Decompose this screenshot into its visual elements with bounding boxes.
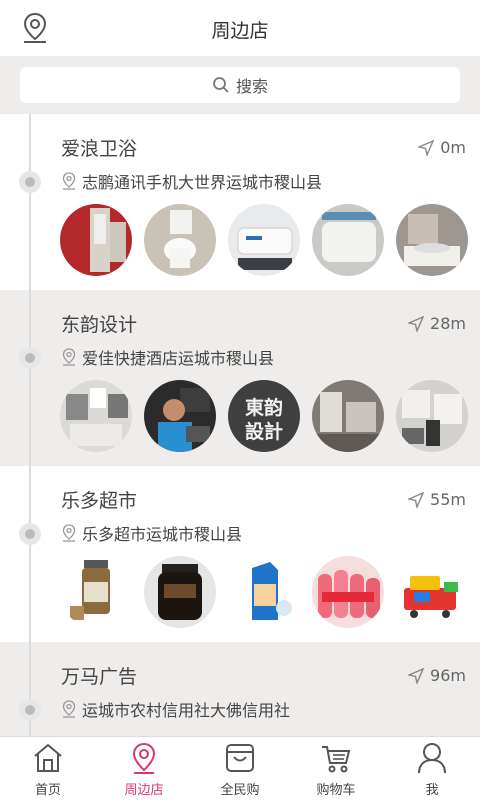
navigation-arrow-icon [408, 491, 425, 508]
nav-profile-label: 我 [425, 783, 439, 798]
store-photo[interactable] [312, 380, 384, 452]
navigation-arrow-icon [408, 667, 425, 684]
user-icon [418, 743, 446, 774]
store-photo[interactable] [60, 556, 132, 628]
store-name: 东韵设计 [61, 314, 138, 336]
store-address: 乐多超市运城市稷山县 [62, 521, 242, 545]
store-photo[interactable] [60, 204, 132, 276]
nav-group-buy[interactable]: 全民购 [192, 737, 288, 801]
search-bar-container: 搜索 [0, 56, 480, 114]
store-item[interactable]: 东韵设计 28m 爱佳快捷酒店运城市稷山县 東韵 設計 [0, 290, 480, 466]
timeline-dot [19, 699, 41, 721]
cart-icon [322, 746, 351, 773]
logo-text-line2: 設計 [245, 420, 283, 443]
store-name: 万马广告 [61, 666, 138, 688]
bottom-nav: 首页 周边店 全民购 购物车 我 [0, 736, 480, 801]
navigation-arrow-icon [418, 139, 435, 156]
map-pin-icon [62, 700, 76, 718]
home-icon [34, 743, 62, 772]
navigation-arrow-icon [408, 315, 425, 332]
search-icon [213, 77, 229, 93]
store-photo[interactable] [228, 204, 300, 276]
store-photos [58, 204, 468, 280]
store-name: 爱浪卫浴 [61, 138, 138, 160]
store-photo[interactable]: 東韵 設計 [228, 380, 300, 452]
store-photo[interactable] [144, 380, 216, 452]
location-pin-icon [132, 742, 156, 774]
app-header: 周边店 [0, 0, 480, 56]
timeline-dot [19, 171, 41, 193]
search-label: 搜索 [235, 77, 268, 96]
store-photo[interactable] [228, 556, 300, 628]
nav-nearby[interactable]: 周边店 [96, 737, 192, 801]
store-photos: 東韵 設計 [58, 380, 468, 456]
store-photo[interactable] [312, 556, 384, 628]
search-input[interactable]: 搜索 [20, 67, 460, 103]
nav-cart-label: 购物车 [316, 783, 356, 798]
nav-nearby-label: 周边店 [124, 783, 164, 798]
store-item[interactable]: 乐多超市 55m 乐多超市运城市稷山县 [0, 466, 480, 642]
store-photos [58, 556, 468, 632]
nav-profile[interactable]: 我 [384, 737, 480, 801]
store-list[interactable]: 爱浪卫浴 0m 志鹏通讯手机大世界运城市稷山县 东韵设计 28m 爱佳快捷酒店运… [0, 114, 480, 736]
store-item[interactable]: 万马广告 96m 运城市农村信用社大佛信用社 [0, 642, 480, 736]
store-photo[interactable] [144, 204, 216, 276]
store-distance: 28m [408, 314, 466, 333]
store-address: 运城市农村信用社大佛信用社 [62, 697, 290, 721]
store-distance: 96m [408, 666, 466, 685]
store-photo[interactable] [396, 204, 468, 276]
store-address: 志鹏通讯手机大世界运城市稷山县 [62, 169, 322, 193]
store-item[interactable]: 爱浪卫浴 0m 志鹏通讯手机大世界运城市稷山县 [0, 114, 480, 290]
store-name: 乐多超市 [61, 490, 138, 512]
shopping-bag-icon [226, 744, 254, 772]
store-photo[interactable] [396, 380, 468, 452]
store-address: 爱佳快捷酒店运城市稷山县 [62, 345, 274, 369]
nav-home[interactable]: 首页 [0, 737, 96, 801]
store-distance: 55m [408, 490, 466, 509]
map-pin-icon [62, 172, 76, 190]
timeline-dot [19, 523, 41, 545]
nav-cart[interactable]: 购物车 [288, 737, 384, 801]
map-pin-icon [62, 524, 76, 542]
store-photo[interactable] [312, 204, 384, 276]
map-pin-icon [62, 348, 76, 366]
logo-text-line1: 東韵 [245, 396, 283, 419]
nav-group-buy-label: 全民购 [220, 783, 260, 798]
store-distance: 0m [418, 138, 466, 157]
timeline-dot [19, 347, 41, 369]
timeline-line [29, 114, 31, 736]
store-photo[interactable] [144, 556, 216, 628]
nav-home-label: 首页 [34, 783, 61, 798]
page-title: 周边店 [211, 20, 269, 42]
store-photo[interactable] [60, 380, 132, 452]
store-photo[interactable] [396, 556, 468, 628]
